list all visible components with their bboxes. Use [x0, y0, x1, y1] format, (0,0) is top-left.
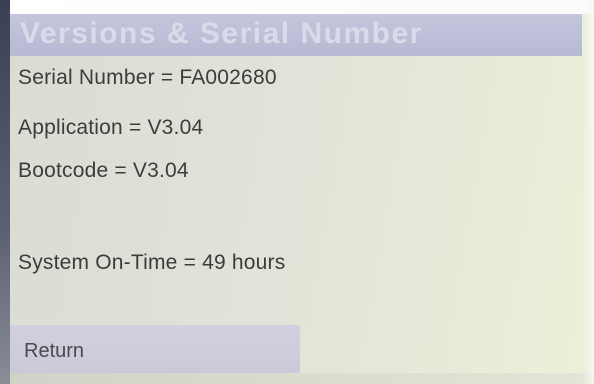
title-bar: Versions & Serial Number — [10, 14, 582, 56]
bezel-top — [0, 0, 594, 14]
return-button[interactable]: Return — [10, 325, 300, 373]
application-version-text: Application = V3.04 — [18, 116, 204, 139]
bootcode-version-text: Bootcode = V3.04 — [18, 159, 189, 182]
page-title: Versions & Serial Number — [20, 17, 423, 50]
serial-number-text: Serial Number = FA002680 — [18, 66, 277, 89]
versions-screen: Versions & Serial Number Serial Number =… — [0, 0, 594, 384]
bottom-bezel — [0, 373, 594, 384]
bezel-right — [582, 0, 594, 384]
system-on-time-text: System On-Time = 49 hours — [18, 251, 286, 274]
bezel-left — [0, 0, 10, 384]
return-button-label: Return — [24, 340, 85, 362]
